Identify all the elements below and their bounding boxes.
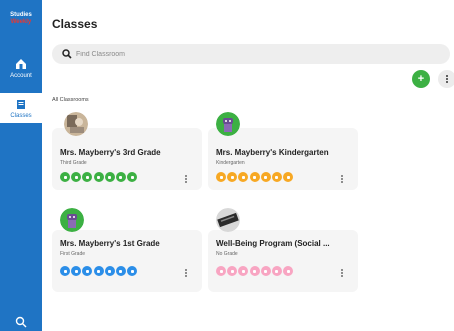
tool-icon[interactable] [271, 266, 282, 276]
class-grade: No Grade [216, 251, 238, 257]
tool-icon[interactable] [249, 266, 260, 276]
robot-icon [216, 112, 240, 136]
tool-icon[interactable] [127, 172, 138, 182]
tool-icon[interactable] [82, 172, 93, 182]
class-card[interactable]: Mrs. Mayberry's 3rd Grade Third Grade [52, 112, 202, 190]
tool-icon[interactable] [60, 266, 70, 276]
tool-icon[interactable] [71, 266, 82, 276]
tool-icon[interactable] [71, 172, 82, 182]
tool-icon[interactable] [82, 266, 93, 276]
sidebar: Studies Weekly Account Classes [0, 0, 42, 331]
nav-classes-label: Classes [10, 113, 32, 119]
class-name[interactable]: Mrs. Mayberry's 3rd Grade [60, 148, 161, 157]
tool-icon[interactable] [260, 266, 271, 276]
tool-icon[interactable] [216, 266, 226, 276]
tool-icon[interactable] [115, 266, 126, 276]
photo-icon [64, 112, 88, 136]
tool-icon[interactable] [127, 266, 138, 276]
page-title: Classes [52, 17, 98, 31]
class-tool-icons [60, 172, 138, 190]
robot-icon [60, 208, 84, 232]
tool-icon[interactable] [104, 266, 115, 276]
search-bar[interactable] [52, 44, 450, 64]
class-name[interactable]: Mrs. Mayberry's 1st Grade [60, 239, 160, 248]
class-tool-icons [216, 266, 294, 284]
logo-line-2: Weekly [10, 19, 32, 25]
classes-book-icon [17, 100, 25, 109]
nav-item-account[interactable]: Account [0, 58, 42, 88]
search-icon[interactable] [15, 316, 27, 328]
card-menu-icon[interactable] [184, 268, 188, 278]
tool-icon[interactable] [227, 266, 238, 276]
class-card[interactable]: Well-Being Program (Social ... No Grade [208, 208, 358, 292]
class-grade: First Grade [60, 251, 86, 257]
tool-icon[interactable] [249, 172, 260, 182]
class-card[interactable]: Mrs. Mayberry's Kindergarten Kindergarte… [208, 112, 358, 190]
card-menu-icon[interactable] [340, 268, 344, 278]
main-content: Classes + All Classrooms Mrs. Mayberry's… [42, 0, 454, 331]
search-icon [62, 49, 72, 59]
studies-weekly-logo[interactable]: Studies Weekly [4, 12, 38, 28]
tool-icon[interactable] [260, 172, 271, 182]
add-class-button[interactable]: + [412, 70, 430, 88]
class-grade: Kindergarten [216, 160, 245, 166]
tool-icon[interactable] [283, 266, 294, 276]
tool-icon[interactable] [93, 172, 104, 182]
account-home-icon [16, 59, 26, 69]
class-grade: Third Grade [60, 160, 87, 166]
tool-icon[interactable] [238, 266, 249, 276]
tool-icon[interactable] [227, 172, 238, 182]
nav-account-label: Account [10, 73, 32, 79]
class-card[interactable]: Mrs. Mayberry's 1st Grade First Grade [52, 208, 202, 292]
tool-icon[interactable] [238, 172, 249, 182]
search-input[interactable] [76, 47, 436, 61]
tool-icon[interactable] [115, 172, 126, 182]
class-tool-icons [216, 172, 294, 190]
nav-item-classes[interactable]: Classes [0, 93, 42, 123]
more-options-button[interactable] [438, 70, 454, 88]
class-tool-icons [60, 266, 138, 284]
tool-icon[interactable] [216, 172, 226, 182]
keyboard-icon [216, 208, 240, 232]
vertical-dots-icon [446, 75, 448, 83]
tool-icon[interactable] [93, 266, 104, 276]
card-menu-icon[interactable] [340, 174, 344, 184]
tool-icon[interactable] [104, 172, 115, 182]
logo-line-1: Studies [10, 12, 32, 18]
tool-icon[interactable] [271, 172, 282, 182]
section-label: All Classrooms [52, 97, 89, 103]
tool-icon[interactable] [283, 172, 294, 182]
card-menu-icon[interactable] [184, 174, 188, 184]
class-name[interactable]: Well-Being Program (Social ... [216, 239, 330, 248]
class-name[interactable]: Mrs. Mayberry's Kindergarten [216, 148, 329, 157]
tool-icon[interactable] [60, 172, 70, 182]
